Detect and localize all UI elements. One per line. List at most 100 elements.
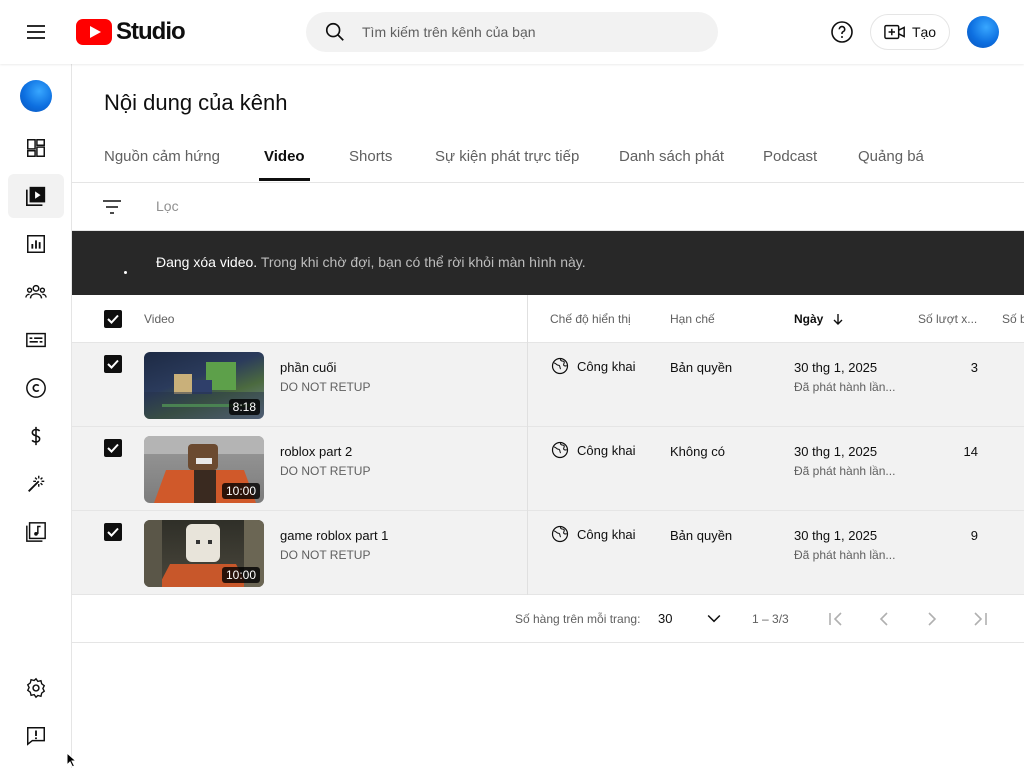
header-visibility[interactable]: Chế độ hiển thị [550,312,631,326]
video-description: DO NOT RETUP [280,380,371,394]
youtube-play-icon [76,19,112,45]
content-icon [26,186,46,206]
header-restrictions[interactable]: Hạn chế [670,312,715,326]
first-page-icon[interactable] [824,607,848,631]
rows-per-page-value[interactable]: 30 [658,611,672,626]
main-content: Nội dung của kênh Nguồn cảm hứng Video S… [72,64,1024,768]
restriction-label[interactable]: Bản quyền [670,360,732,375]
table-header: Video Chế độ hiển thị Hạn chế Ngày Số lư… [72,295,1024,343]
sidebar-item-customization[interactable] [8,462,64,506]
sidebar-item-community[interactable] [8,270,64,314]
next-page-icon[interactable] [920,607,944,631]
content-tabs: Nguồn cảm hứng Video Shorts Sự kiện phát… [72,142,1024,183]
column-divider [527,295,528,595]
prev-page-icon[interactable] [872,607,896,631]
subtitles-icon [26,332,46,348]
row-checkbox[interactable] [104,439,122,457]
visibility-cell[interactable]: Công khai [551,357,636,375]
feedback-icon [27,727,45,746]
search-icon [325,22,344,41]
create-button[interactable]: Tạo [870,14,950,50]
publish-date: 30 thg 1, 2025 [794,444,878,459]
header-comments[interactable]: Số b [1002,312,1024,326]
account-avatar[interactable] [967,16,999,48]
search-input[interactable] [360,23,690,41]
publish-status: Đã phát hành lần... [794,380,896,394]
header-date[interactable]: Ngày [794,312,845,326]
video-thumbnail[interactable]: 10:00 [144,520,264,587]
filter-icon[interactable] [100,195,124,219]
restriction-label[interactable]: Bản quyền [670,528,732,543]
visibility-label: Công khai [577,526,636,542]
table-row[interactable]: 8:18 phần cuối DO NOT RETUP Công khai Bả… [72,343,1024,427]
video-title[interactable]: roblox part 2 [280,444,352,459]
mouse-cursor-icon [66,752,78,768]
globe-icon [551,357,569,375]
header-video: Video [144,312,175,326]
audio-library-icon [26,522,46,542]
channel-avatar[interactable] [20,80,52,112]
video-thumbnail[interactable]: 10:00 [144,436,264,503]
publish-status: Đã phát hành lần... [794,548,896,562]
tab-podcast[interactable]: Podcast [763,148,817,178]
sidebar-item-settings[interactable] [8,666,64,710]
search-bar[interactable] [306,12,718,52]
visibility-cell[interactable]: Công khai [551,525,636,543]
sidebar-item-dashboard[interactable] [8,126,64,170]
filter-bar[interactable]: Lọc [72,183,1024,231]
menu-icon[interactable] [24,20,48,44]
video-title[interactable]: game roblox part 1 [280,528,388,543]
visibility-cell[interactable]: Công khai [551,441,636,459]
globe-icon [551,441,569,459]
dashboard-icon [27,139,45,157]
header-views[interactable]: Số lượt x... [918,312,977,326]
tab-live[interactable]: Sự kiện phát trực tiếp [435,148,579,178]
page-title: Nội dung của kênh [104,90,288,115]
sidebar-item-copyright[interactable] [8,366,64,410]
sidebar [0,64,72,768]
copyright-icon [26,378,46,398]
sidebar-item-subtitles[interactable] [8,318,64,362]
sidebar-item-analytics[interactable] [8,222,64,266]
chevron-down-icon[interactable] [704,608,724,628]
restriction-label[interactable]: Không có [670,444,725,459]
globe-icon [551,525,569,543]
magic-wand-icon [28,475,45,492]
analytics-icon [27,235,45,253]
row-checkbox[interactable] [104,355,122,373]
tab-video[interactable]: Video [259,148,310,181]
community-icon [25,284,47,299]
sidebar-item-feedback[interactable] [8,714,64,758]
tab-inspiration[interactable]: Nguồn cảm hứng [104,148,220,178]
banner-message: Đang xóa video. Trong khi chờ đợi, bạn c… [156,254,586,270]
check-icon [107,314,119,324]
rows-per-page-label: Số hàng trên mỗi trang: [515,612,641,626]
tab-shorts[interactable]: Shorts [349,148,392,178]
sidebar-item-earn[interactable] [8,414,64,458]
video-title[interactable]: phần cuối [280,360,336,375]
check-icon [107,527,119,537]
studio-logo[interactable]: Studio [76,16,186,48]
view-count: 14 [963,444,978,459]
video-description: DO NOT RETUP [280,464,371,478]
tab-playlists[interactable]: Danh sách phát [619,148,724,178]
check-icon [107,359,119,369]
filter-placeholder[interactable]: Lọc [156,198,179,214]
table-row[interactable]: 10:00 roblox part 2 DO NOT RETUP Công kh… [72,427,1024,511]
row-checkbox[interactable] [104,523,122,541]
select-all-checkbox[interactable] [104,310,122,328]
video-thumbnail[interactable]: 8:18 [144,352,264,419]
last-page-icon[interactable] [968,607,992,631]
sidebar-item-audio-library[interactable] [8,510,64,554]
video-description: DO NOT RETUP [280,548,371,562]
sidebar-item-content[interactable] [8,174,64,218]
table-row[interactable]: 10:00 game roblox part 1 DO NOT RETUP Cô… [72,511,1024,595]
logo-text: Studio [116,18,186,45]
top-bar: Studio Tạo [0,0,1024,64]
help-icon[interactable] [830,20,854,44]
publish-status: Đã phát hành lần... [794,464,896,478]
header-date-label: Ngày [794,312,824,326]
tab-promotions[interactable]: Quảng bá [858,148,924,178]
progress-spinner [124,271,127,274]
publish-date: 30 thg 1, 2025 [794,528,878,543]
